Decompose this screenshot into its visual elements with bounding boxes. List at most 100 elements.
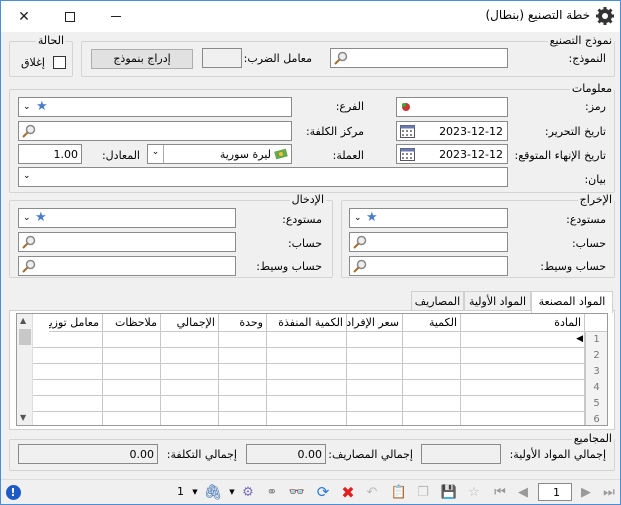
last-record-icon[interactable]: ⏭ (600, 482, 618, 502)
table-cell[interactable] (219, 364, 267, 380)
table-cell[interactable] (267, 396, 347, 412)
undo-icon[interactable]: ↶ (363, 482, 381, 502)
column-header-quantity[interactable]: الكمية (403, 314, 461, 332)
table-cell[interactable] (403, 380, 461, 396)
table-row[interactable]: 1 ◀ (33, 332, 607, 348)
table-cell[interactable] (347, 412, 403, 425)
chevron-down-icon[interactable]: ⌄ (148, 145, 164, 163)
table-cell[interactable] (219, 412, 267, 425)
table-cell[interactable] (103, 332, 161, 348)
chevron-down-icon[interactable]: ⌄ (23, 171, 31, 181)
star-icon[interactable]: ★ (366, 210, 378, 225)
next-record-icon[interactable]: ▶ (577, 482, 595, 502)
favorite-star-icon[interactable]: ☆ (465, 482, 483, 502)
table-row[interactable]: 6 (33, 412, 607, 425)
table-row[interactable]: 4 (33, 380, 607, 396)
table-cell[interactable] (267, 380, 347, 396)
clipboard-icon[interactable]: 📋 (390, 482, 408, 502)
materials-grid[interactable]: المادة الكمية سعر الإفراد الكمية المنفذة… (16, 313, 608, 426)
table-cell[interactable] (461, 380, 585, 396)
column-header-notes[interactable]: ملاحظات (103, 314, 161, 332)
row-number[interactable]: 1 (585, 332, 607, 348)
column-header-executed-quantity[interactable]: الكمية المنفذة (267, 314, 347, 332)
cost-center-input[interactable] (18, 121, 292, 141)
maximize-button[interactable] (47, 1, 93, 32)
insert-by-model-button[interactable]: إدراج بنموذج (91, 49, 193, 69)
rate-input[interactable]: 1.00 (18, 144, 82, 164)
column-header-distribution-factor[interactable]: معامل توزيع (49, 314, 103, 332)
scrollbar-thumb[interactable] (19, 329, 31, 345)
column-header-material[interactable]: المادة (461, 314, 585, 332)
table-cell[interactable] (219, 332, 267, 348)
search-icon[interactable] (334, 51, 348, 65)
output-mid-account-input[interactable] (349, 256, 508, 276)
table-cell[interactable] (103, 380, 161, 396)
star-icon[interactable]: ★ (35, 210, 47, 225)
table-cell[interactable] (403, 348, 461, 364)
input-account-input[interactable] (18, 232, 236, 252)
gear-icon[interactable] (596, 7, 614, 25)
link-icon[interactable]: ⚭ (263, 482, 281, 502)
previous-record-icon[interactable]: ◀ (514, 482, 532, 502)
calendar-icon[interactable] (400, 147, 415, 161)
table-cell[interactable] (461, 332, 585, 348)
table-cell[interactable] (219, 396, 267, 412)
table-cell[interactable] (403, 364, 461, 380)
table-cell[interactable] (161, 332, 219, 348)
table-cell[interactable] (103, 412, 161, 425)
table-cell[interactable] (267, 364, 347, 380)
search-icon[interactable] (22, 259, 36, 273)
table-row[interactable]: 2 (33, 348, 607, 364)
column-header-total[interactable]: الإجمالي (161, 314, 219, 332)
search-icon[interactable] (353, 235, 367, 249)
table-cell[interactable] (347, 380, 403, 396)
delete-icon[interactable]: ✖ (339, 482, 357, 502)
info-icon[interactable]: ! (4, 482, 22, 502)
table-cell[interactable] (103, 348, 161, 364)
table-cell[interactable] (403, 332, 461, 348)
table-cell[interactable] (347, 332, 403, 348)
scroll-down-icon[interactable]: ▼ (20, 413, 26, 422)
calendar-icon[interactable] (400, 124, 415, 138)
row-number[interactable]: 4 (585, 380, 607, 396)
tab-raw-materials[interactable]: المواد الأولية (464, 291, 531, 311)
table-cell[interactable] (461, 348, 585, 364)
save-icon[interactable]: 💾 (440, 482, 458, 502)
column-header-unit-price[interactable]: سعر الإفراد (347, 314, 403, 332)
table-cell[interactable] (267, 332, 347, 348)
vertical-scrollbar[interactable]: ▲ ▼ (17, 314, 33, 425)
column-header-unit[interactable]: وحدة (219, 314, 267, 332)
row-number[interactable]: 6 (585, 412, 607, 425)
branch-select[interactable]: ⌄ ★ (18, 97, 292, 117)
tools-dropdown-icon[interactable]: ▼ (227, 482, 237, 502)
doc-date-input[interactable]: 2023-12-12 (396, 121, 508, 141)
multiplier-input[interactable] (202, 48, 242, 68)
table-cell[interactable] (161, 380, 219, 396)
table-row[interactable]: 5 (33, 396, 607, 412)
output-account-input[interactable] (349, 232, 508, 252)
view-icon[interactable]: 👓 (288, 482, 306, 502)
code-generate-icon[interactable] (400, 101, 412, 113)
chevron-down-icon[interactable]: ⌄ (23, 102, 31, 112)
close-window-button[interactable]: ✕ (1, 1, 47, 32)
table-cell[interactable] (461, 364, 585, 380)
table-cell[interactable] (49, 364, 103, 380)
table-cell[interactable] (219, 348, 267, 364)
output-warehouse-select[interactable]: ⌄ ★ (349, 208, 508, 228)
close-checkbox[interactable] (53, 56, 66, 69)
row-number[interactable]: 5 (585, 396, 607, 412)
table-cell[interactable] (49, 332, 103, 348)
paperclip-icon[interactable]: 🖇 (203, 482, 222, 502)
table-cell[interactable] (347, 396, 403, 412)
tab-manufactured-materials[interactable]: المواد المصنعة (531, 291, 613, 313)
statement-input[interactable]: ⌄ (18, 167, 508, 187)
tab-expenses[interactable]: المصاريف (411, 291, 464, 311)
currency-select[interactable]: ⌄ ليرة سورية (147, 144, 292, 164)
row-number[interactable]: 3 (585, 364, 607, 380)
table-row[interactable]: 3 (33, 364, 607, 380)
table-cell[interactable] (161, 348, 219, 364)
copy-icon[interactable]: ❐ (414, 482, 432, 502)
table-cell[interactable] (267, 348, 347, 364)
first-record-icon[interactable]: ⏮ (491, 482, 509, 502)
chevron-down-icon[interactable]: ⌄ (354, 213, 362, 223)
